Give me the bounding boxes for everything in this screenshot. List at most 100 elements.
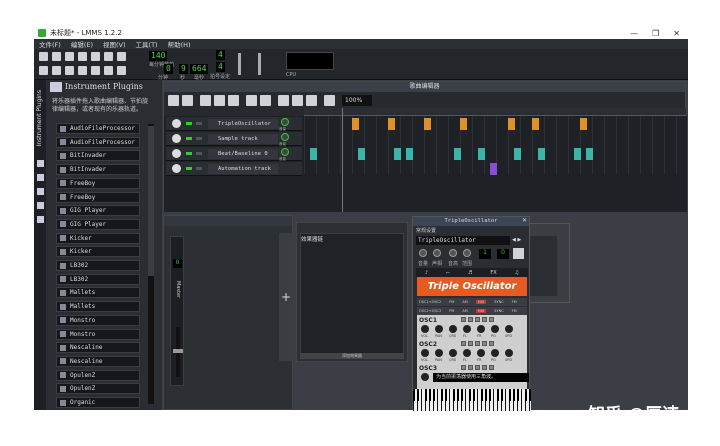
- waveform-button[interactable]: [475, 365, 480, 370]
- tab-midi[interactable]: ♫: [515, 270, 519, 276]
- track-settings-icon[interactable]: [172, 119, 181, 128]
- plugin-item[interactable]: Mallets: [56, 287, 140, 299]
- project-notes-icon[interactable]: [117, 66, 126, 75]
- waveform-button[interactable]: [489, 341, 494, 346]
- waveform-button[interactable]: [482, 341, 487, 346]
- waveform-button[interactable]: [468, 341, 473, 346]
- my-samples-icon[interactable]: [37, 174, 44, 181]
- waveform-button[interactable]: [461, 365, 466, 370]
- timeline-ruler[interactable]: [304, 108, 686, 116]
- track-settings-icon[interactable]: [172, 134, 181, 143]
- mod-fm-button[interactable]: FM: [512, 309, 517, 313]
- add-beat-track-icon[interactable]: [200, 95, 211, 106]
- track-solo-toggle[interactable]: [196, 167, 202, 170]
- mod-mix-button[interactable]: MIX: [475, 309, 487, 313]
- waveform-button[interactable]: [482, 317, 487, 322]
- plugin-item[interactable]: Nescaline: [56, 355, 140, 367]
- browser-scrollbar[interactable]: [148, 124, 154, 404]
- volume-knob[interactable]: [419, 249, 427, 257]
- plugin-item[interactable]: LB302: [56, 260, 140, 271]
- track-row[interactable]: TripleOscillator 音量: [166, 117, 302, 131]
- track-settings-icon[interactable]: [172, 164, 181, 173]
- track-name-button[interactable]: Automation track: [208, 164, 278, 174]
- waveform-button[interactable]: [468, 365, 473, 370]
- export-icon[interactable]: [104, 52, 113, 61]
- waveform-button[interactable]: [475, 341, 480, 346]
- menu-edit[interactable]: 编辑(E): [71, 39, 93, 49]
- track-solo-toggle[interactable]: [196, 122, 202, 125]
- pattern-block[interactable]: [532, 118, 539, 130]
- pattern-block[interactable]: [352, 118, 359, 130]
- osc-knob[interactable]: [491, 325, 499, 333]
- plugin-item[interactable]: FreeBoy: [56, 177, 140, 189]
- save-preset-icon[interactable]: [513, 248, 524, 259]
- my-projects-icon[interactable]: [37, 160, 44, 167]
- general-settings-label[interactable]: 常规设置: [416, 227, 436, 234]
- track-name-button[interactable]: Beat/Baseline 0: [208, 149, 278, 159]
- plugin-item[interactable]: Mallets: [56, 301, 140, 313]
- plugin-item[interactable]: GIG Player: [56, 218, 140, 230]
- controller-rack-icon[interactable]: [104, 66, 113, 75]
- pattern-block[interactable]: [424, 118, 431, 130]
- add-sample-track-icon[interactable]: [214, 95, 225, 106]
- osc-knob[interactable]: [505, 349, 513, 357]
- select-mode-icon[interactable]: [260, 95, 271, 106]
- beat-pattern-block[interactable]: [454, 148, 461, 160]
- loop-points-icon[interactable]: [292, 95, 303, 106]
- fx-channel-lcd-2[interactable]: 0: [497, 249, 509, 259]
- waveform-button[interactable]: [489, 317, 494, 322]
- track-row[interactable]: Automation track: [166, 162, 302, 176]
- plugin-item[interactable]: LB302: [56, 273, 140, 285]
- mod-fm-button[interactable]: FM: [512, 300, 517, 304]
- tab-fx[interactable]: FX: [490, 270, 496, 276]
- waveform-button[interactable]: [461, 317, 466, 322]
- beat-pattern-block[interactable]: [574, 148, 581, 160]
- osc-knob[interactable]: [477, 325, 485, 333]
- track-mute-toggle[interactable]: [186, 152, 192, 155]
- instrument-nav-arrows[interactable]: ◀ ▶: [512, 237, 521, 243]
- master-pitch-slider[interactable]: [258, 53, 261, 75]
- new-project-icon[interactable]: [39, 52, 48, 61]
- mod-am-button[interactable]: AM: [462, 309, 467, 313]
- track-row[interactable]: Beat/Baseline 0 音量: [166, 147, 302, 161]
- track-solo-toggle[interactable]: [196, 152, 202, 155]
- instrument-name-input[interactable]: TripleOscillator: [416, 236, 510, 245]
- mod-pm-button[interactable]: PM: [449, 309, 454, 313]
- mod-sync-button[interactable]: SYNC: [494, 309, 503, 313]
- template-icon[interactable]: [52, 52, 61, 61]
- mixer-icon[interactable]: [91, 66, 100, 75]
- mod-pm-button[interactable]: PM: [449, 300, 454, 304]
- menu-view[interactable]: 视图(V): [103, 39, 126, 49]
- automation-editor-icon[interactable]: [78, 66, 87, 75]
- track-mute-toggle[interactable]: [186, 137, 192, 140]
- osc-knob[interactable]: [477, 349, 485, 357]
- pitch-knob[interactable]: [449, 249, 457, 257]
- fader-handle[interactable]: [173, 349, 183, 353]
- beat-pattern-block[interactable]: [586, 148, 593, 160]
- plugin-item[interactable]: Organic: [56, 397, 140, 408]
- save-icon[interactable]: [91, 52, 100, 61]
- waveform-button[interactable]: [461, 341, 466, 346]
- track-settings-icon[interactable]: [172, 149, 181, 158]
- pattern-block[interactable]: [388, 118, 395, 130]
- plugin-item[interactable]: OpulenZ: [56, 383, 140, 395]
- beat-pattern-block[interactable]: [394, 148, 401, 160]
- beat-pattern-block[interactable]: [358, 148, 365, 160]
- waveform-button[interactable]: [489, 365, 494, 370]
- stop-behaviour-icon[interactable]: [306, 95, 317, 106]
- open-project-icon[interactable]: [65, 52, 74, 61]
- mod-mix-button[interactable]: MIX: [475, 300, 487, 304]
- piano-black-keys[interactable]: [413, 389, 531, 401]
- osc-knob[interactable]: [449, 349, 457, 357]
- plugin-item[interactable]: BitInvader: [56, 164, 140, 176]
- autoscroll-icon[interactable]: [278, 95, 289, 106]
- sidebar-vertical-label[interactable]: Instrument Plugins: [36, 90, 43, 146]
- tab-plugin[interactable]: ♪: [425, 270, 428, 276]
- menu-tools[interactable]: 工具(T): [136, 39, 158, 49]
- zoom-select[interactable]: 100%: [342, 95, 372, 106]
- track-volume-knob[interactable]: [281, 118, 289, 126]
- osc-knob[interactable]: [421, 349, 429, 357]
- play-icon[interactable]: [168, 95, 179, 106]
- track-mute-toggle[interactable]: [186, 167, 192, 170]
- track-volume-knob[interactable]: [281, 133, 289, 141]
